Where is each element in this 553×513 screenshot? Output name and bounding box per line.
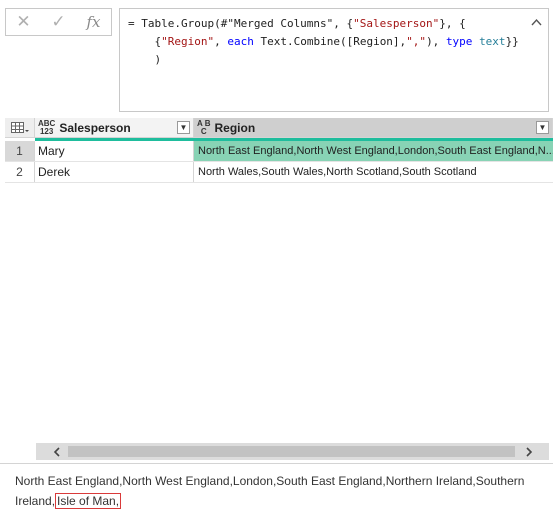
grid-header: ABC 123 Salesperson ▼ A BC Region ▼ — [5, 118, 553, 138]
region-cell[interactable]: North Wales,South Wales,North Scotland,S… — [194, 162, 553, 182]
data-grid: ABC 123 Salesperson ▼ A BC Region ▼ 1 Mar… — [5, 118, 553, 183]
formula-bar-controls: ✕ ✓ fx — [5, 8, 112, 36]
column-header-salesperson[interactable]: ABC 123 Salesperson ▼ — [35, 118, 194, 137]
salesperson-cell[interactable]: Mary — [35, 141, 194, 161]
cancel-icon[interactable]: ✕ — [6, 9, 41, 35]
formula-line-3: ) — [128, 53, 162, 66]
table-row[interactable]: 1 Mary North East England,North West Eng… — [5, 141, 553, 162]
row-number[interactable]: 2 — [5, 162, 35, 182]
table-menu-icon[interactable] — [5, 118, 35, 137]
table-row[interactable]: 2 Derek North Wales,South Wales,North Sc… — [5, 162, 553, 183]
formula-line-1: = Table.Group(#"Merged Columns", {"Sales… — [128, 17, 466, 30]
filter-dropdown-icon[interactable]: ▼ — [536, 121, 549, 134]
text-type-icon[interactable]: A BC — [197, 119, 210, 136]
commit-icon[interactable]: ✓ — [41, 9, 76, 35]
salesperson-cell[interactable]: Derek — [35, 162, 194, 182]
horizontal-scrollbar[interactable] — [36, 443, 549, 460]
scroll-right-icon[interactable] — [520, 443, 537, 460]
collapse-formula-icon[interactable] — [531, 13, 542, 31]
any-type-icon[interactable]: ABC 123 — [38, 119, 55, 136]
fx-icon[interactable]: fx — [76, 9, 111, 35]
formula-input[interactable]: = Table.Group(#"Merged Columns", {"Sales… — [119, 8, 549, 112]
row-number[interactable]: 1 — [5, 141, 35, 161]
highlighted-value: Isle of Man, — [55, 493, 122, 509]
column-title: Region — [214, 120, 256, 135]
column-title: Salesperson — [59, 120, 131, 135]
column-header-region[interactable]: A BC Region ▼ — [194, 118, 553, 137]
region-cell[interactable]: North East England,North West England,Lo… — [194, 141, 553, 161]
filter-dropdown-icon[interactable]: ▼ — [177, 121, 190, 134]
scroll-left-icon[interactable] — [48, 443, 65, 460]
value-preview-pane: North East England,North West England,Lo… — [0, 463, 553, 513]
formula-line-2: {"Region", each Text.Combine([Region],",… — [128, 35, 519, 48]
scroll-thumb[interactable] — [68, 446, 515, 457]
